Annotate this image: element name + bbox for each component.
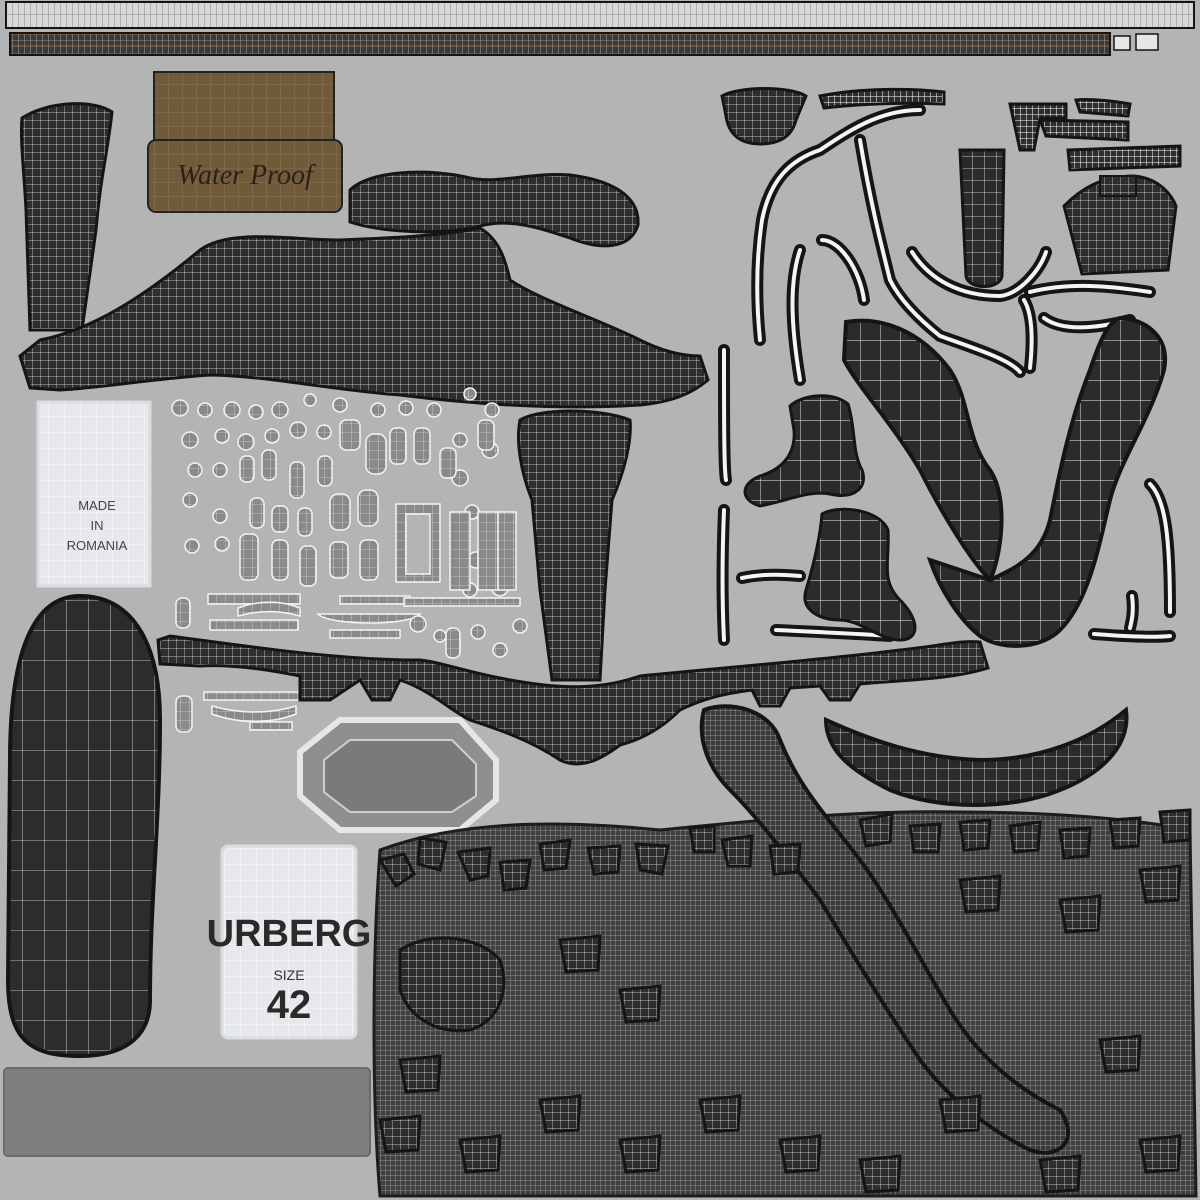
label-country: ROMANIA xyxy=(67,538,128,553)
waterproof-text: Water Proof xyxy=(177,160,316,191)
size-label: URBERG SIZE 42 xyxy=(207,844,372,1040)
uv-texture-map: Water Proof MADE IN ROMANIA URBERG SIZE … xyxy=(0,0,1200,1200)
top-strips xyxy=(5,1,1195,56)
outsole xyxy=(5,593,163,1059)
grey-bar xyxy=(3,1067,371,1157)
made-in-label: MADE IN ROMANIA xyxy=(36,400,152,588)
waterproof-patch: Water Proof xyxy=(147,71,343,213)
size-label-text: SIZE xyxy=(273,967,304,983)
label-made: MADE xyxy=(78,498,116,513)
octagon-piece xyxy=(297,717,499,833)
size-value-text: 42 xyxy=(267,983,312,1027)
brand-text: URBERG xyxy=(207,913,372,955)
label-in: IN xyxy=(91,518,104,533)
